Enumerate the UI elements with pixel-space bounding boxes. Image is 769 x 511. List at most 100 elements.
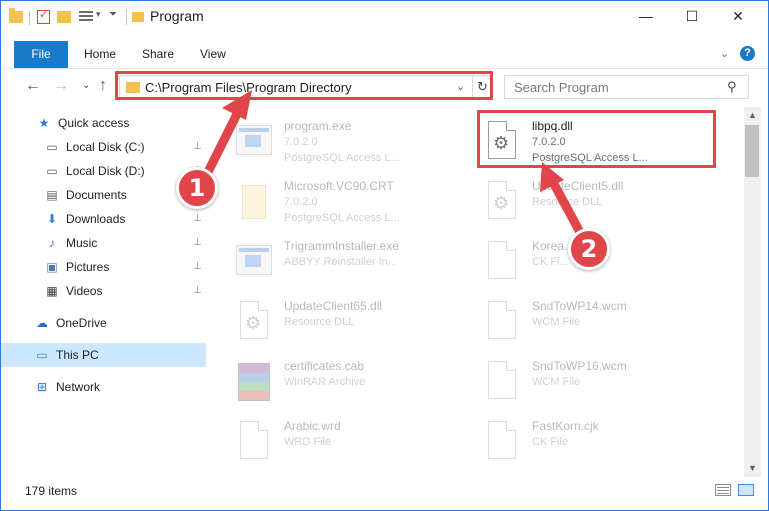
computer-icon: ▭ <box>36 348 48 362</box>
ribbon-tabs: File Home Share View ⌄ ? <box>1 41 768 69</box>
document-icon <box>236 421 272 463</box>
expand-ribbon-icon[interactable]: ⌄ <box>720 47 729 60</box>
pictures-icon: ▣ <box>46 260 58 274</box>
tab-home[interactable]: Home <box>71 41 129 68</box>
tab-view[interactable]: View <box>187 41 239 68</box>
sidebar-item[interactable]: ▭ Local Disk (C:) ⊥ <box>1 135 206 159</box>
application-icon <box>236 241 272 283</box>
archive-icon <box>236 361 272 403</box>
sidebar-item[interactable]: ⬇ Downloads ⊥ <box>1 207 206 231</box>
sidebar-item-label: Pictures <box>66 260 110 274</box>
file-description: PostgreSQL Access L... <box>532 152 648 164</box>
view-list-icon[interactable] <box>79 11 93 23</box>
file-detail: WCM File <box>532 316 581 328</box>
forward-button[interactable]: → <box>53 77 69 95</box>
search-box[interactable]: Search Program ⚲ <box>504 75 749 99</box>
sidebar-item-label: This PC <box>56 348 99 362</box>
folder-icon <box>132 12 144 22</box>
sidebar-item[interactable]: ▭Local Disk (D:)⊥ <box>1 159 206 183</box>
sidebar-item[interactable]: ★ Quick access <box>1 111 206 135</box>
divider <box>29 11 30 25</box>
dll-file-icon: ⚙ <box>236 301 272 343</box>
file-detail: WinRAR Archive <box>284 376 366 388</box>
file-item[interactable]: Arabic.wrd WRD File <box>224 413 464 469</box>
file-detail: 7.0.2.0 <box>532 136 566 148</box>
file-item[interactable]: TrigrammInstaller.exe ABBYY Reinstaller I… <box>224 233 464 289</box>
document-icon <box>484 241 520 283</box>
file-name: SndToWP14.wcm <box>532 299 627 313</box>
file-item[interactable]: Microsoft.VC90.CRT 7.0.2.0 PostgreSQL Acce… <box>224 173 464 229</box>
tab-file[interactable]: File <box>14 41 68 68</box>
address-bar[interactable]: C:\Program Files\Program Directory ⌄ ↻ <box>119 75 492 99</box>
dll-file-icon: ⚙ <box>484 121 520 163</box>
title-bar: ▾ ⏷ Program — ☐ ✕ <box>1 1 768 31</box>
sidebar-item-label: Network <box>56 380 101 394</box>
file-name: Microsoft.VC90.CRT <box>284 179 394 193</box>
file-item[interactable]: ⚙ UpdateClient5.dll Resource DLL <box>472 173 712 229</box>
window-title: Program <box>150 8 204 24</box>
file-name: FastKorn.cjk <box>532 419 599 433</box>
large-icons-view-icon[interactable] <box>738 484 754 496</box>
sidebar-item-label: Local Disk (C:) <box>66 140 145 154</box>
file-item[interactable]: SndToWP14.wcm WCM File <box>472 293 712 349</box>
sidebar-item-label: Local Disk (D:) <box>66 164 145 178</box>
video-icon: ▦ <box>46 284 58 298</box>
file-item[interactable]: certificates.cab WinRAR Archive <box>224 353 464 409</box>
sidebar-item[interactable]: ▣ Pictures ⊥ <box>1 255 206 279</box>
new-folder-icon[interactable] <box>57 11 71 23</box>
sidebar-item[interactable]: ▭ This PC <box>1 343 206 367</box>
manifest-file-icon <box>236 181 272 223</box>
file-item[interactable]: program.exe 7.0.2.0 PostgreSQL Access L... <box>224 113 464 169</box>
file-description: PostgreSQL Access L... <box>284 152 400 164</box>
dll-file-icon: ⚙ <box>484 181 520 223</box>
scroll-up-arrow-icon[interactable]: ▲ <box>744 107 761 124</box>
file-detail: CK File <box>532 436 569 448</box>
folder-icon <box>9 8 23 23</box>
minimize-button[interactable]: — <box>623 1 669 31</box>
properties-icon[interactable] <box>37 8 50 24</box>
documents-icon: ▤ <box>46 188 58 202</box>
document-icon <box>484 301 520 343</box>
scroll-thumb[interactable] <box>745 125 759 177</box>
chevron-down-icon[interactable]: ⌄ <box>456 80 465 93</box>
up-button[interactable]: ↑ <box>99 77 107 95</box>
help-icon[interactable]: ? <box>740 46 755 61</box>
sidebar-item[interactable]: ☁ OneDrive <box>1 311 206 335</box>
sidebar-item[interactable]: ⊞ Network <box>1 375 206 399</box>
recent-locations-button[interactable]: ⌄ <box>82 80 90 91</box>
file-name: SndToWP16.wcm <box>532 359 627 373</box>
item-count: 179 items <box>25 484 78 498</box>
application-icon <box>236 121 272 163</box>
file-detail: 7.0.2.0 <box>284 196 318 208</box>
refresh-button[interactable]: ↻ <box>472 76 492 98</box>
explorer-window: ▾ ⏷ Program — ☐ ✕ File Home Share View ⌄… <box>0 0 769 511</box>
address-path[interactable]: C:\Program Files\Program Directory <box>145 80 352 95</box>
vertical-scrollbar[interactable]: ▲ ▼ <box>744 107 761 477</box>
navigation-pane: ★ Quick access ▭ Local Disk (C:) ⊥ ▭ Local Dis… <box>1 107 209 477</box>
close-button[interactable]: ✕ <box>715 1 761 31</box>
file-item[interactable]: SndToWP16.wcm WCM File <box>472 353 712 409</box>
sidebar-item[interactable]: ♪ Music ⊥ <box>1 231 206 255</box>
file-item[interactable]: ⚙ libpq.dll 7.0.2.0 PostgreSQL Access L... <box>472 113 712 169</box>
customize-toolbar-icon[interactable]: ⏷ <box>109 9 117 25</box>
network-icon: ⊞ <box>36 380 48 394</box>
file-list: program.exe 7.0.2.0 PostgreSQL Access L...… <box>216 107 743 477</box>
tab-share[interactable]: Share <box>129 41 187 68</box>
sidebar-item[interactable]: ▦ Videos ⊥ <box>1 279 206 303</box>
folder-icon <box>126 82 140 93</box>
search-icon[interactable]: ⚲ <box>727 79 737 95</box>
file-item[interactable]: FastKorn.cjk CK File <box>472 413 712 469</box>
scroll-down-arrow-icon[interactable]: ▼ <box>744 460 761 477</box>
file-item[interactable]: ⚙ UpdateClient65.dll Resource DLL <box>224 293 464 349</box>
search-input[interactable]: Search Program <box>514 80 609 95</box>
maximize-button[interactable]: ☐ <box>669 1 715 31</box>
drive-icon: ▭ <box>46 140 58 154</box>
sidebar-item-label: Downloads <box>66 212 126 226</box>
file-name: Arabic.wrd <box>284 419 341 433</box>
file-name: certificates.cab <box>284 359 365 373</box>
chevron-down-icon[interactable]: ▾ <box>96 9 101 25</box>
navigation-bar: ← → ⌄ ↑ C:\Program Files\Program Directo… <box>1 71 768 103</box>
details-view-icon[interactable] <box>715 484 731 496</box>
back-button[interactable]: ← <box>25 77 41 95</box>
file-name: program.exe <box>284 119 352 133</box>
